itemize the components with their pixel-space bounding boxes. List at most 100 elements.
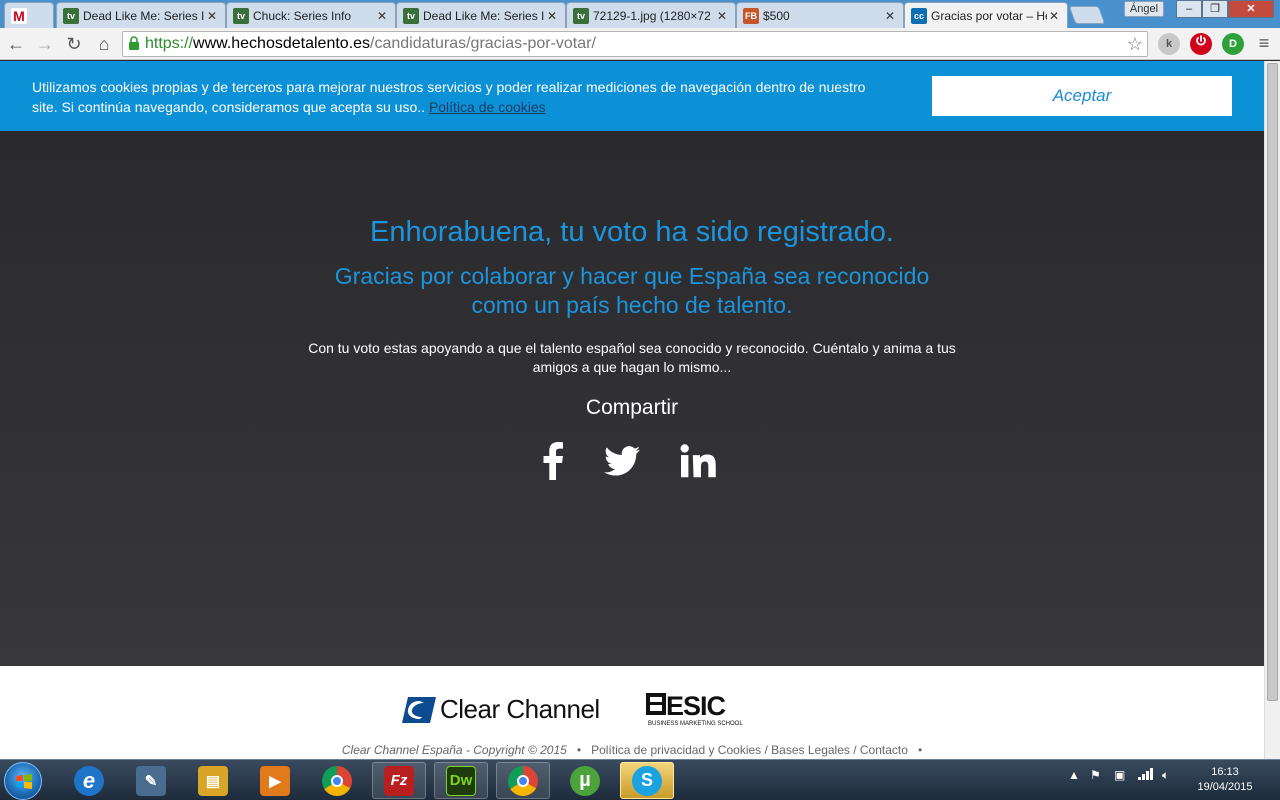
clear-channel-logo-icon [402, 696, 436, 723]
tab-title: $500 [763, 8, 790, 23]
taskbar-media-player[interactable]: ▶ [248, 762, 302, 799]
legal-links[interactable]: Política de privacidad y Cookies / Bases… [591, 743, 908, 757]
tab-image[interactable]: tv 72129-1.jpg (1280×72 ✕ [566, 2, 736, 28]
volume-icon[interactable]: 🔈︎ [1162, 768, 1169, 783]
clear-channel-label: Clear Channel [440, 694, 600, 724]
forward-icon[interactable]: → [33, 32, 57, 56]
browser-toolbar: ← → ↻ ⌂ https://www.hechosdetalento.es/c… [0, 28, 1280, 60]
dreamweaver-icon: Dw [446, 765, 476, 796]
subtitle: Gracias por colaborar y hacer que España… [334, 263, 930, 318]
internet-explorer-icon: e [74, 765, 104, 796]
close-icon[interactable]: ✕ [205, 9, 219, 23]
taskbar-utorrent[interactable]: µ [558, 762, 612, 799]
facebook-icon[interactable] [531, 439, 575, 483]
close-icon[interactable]: ✕ [715, 9, 729, 23]
windows-taskbar: e ✎ ▤ ▶ Fz Dw µ S ▲ ⚑ ▣ 🔈︎ 16:13 19/04/2… [0, 759, 1280, 800]
windows-logo-icon [16, 774, 32, 789]
url-path: /candidaturas/gracias-por-votar/ [370, 35, 596, 52]
clock-time: 16:13 [1211, 766, 1239, 778]
close-icon[interactable]: ✕ [883, 9, 897, 23]
close-icon[interactable]: ✕ [375, 9, 389, 23]
extension-d-icon[interactable]: D [1222, 33, 1244, 55]
twitter-icon[interactable] [600, 439, 644, 483]
tv-icon: tv [233, 7, 249, 24]
chrome-icon [508, 765, 538, 796]
taskbar-file-explorer[interactable]: ▤ [186, 762, 240, 799]
taskbar-internet-explorer[interactable]: e [62, 762, 116, 799]
footer-separator: • [917, 743, 923, 757]
linkedin-icon[interactable] [676, 439, 720, 483]
minimize-button[interactable]: – [1176, 0, 1202, 18]
clear-channel-logo[interactable]: Clear Channel [402, 694, 600, 725]
taskbar-editor[interactable]: ✎ [124, 762, 178, 799]
start-button[interactable] [4, 762, 42, 800]
action-center-flag-icon[interactable]: ⚑ [1090, 768, 1101, 782]
gmail-icon: M [11, 7, 27, 24]
cookie-banner: Utilizamos cookies propias y de terceros… [0, 61, 1264, 131]
tab-gracias-por-votar[interactable]: cc Gracias por votar – He ✕ [904, 2, 1068, 28]
close-icon[interactable]: ✕ [1047, 9, 1061, 23]
tab-chuck[interactable]: tv Chuck: Series Info ✕ [226, 2, 396, 28]
tab-500[interactable]: FB $500 ✕ [736, 2, 904, 28]
taskbar-chrome[interactable] [310, 762, 364, 799]
address-bar[interactable]: https://www.hechosdetalento.es/candidatu… [122, 31, 1148, 57]
new-tab-button[interactable] [1068, 6, 1106, 24]
bookmark-star-icon[interactable]: ☆ [1127, 34, 1143, 55]
page-footer: Clear Channel ESIC BUSINESS MARKETING SC… [0, 666, 1264, 759]
pencil-icon: ✎ [136, 765, 166, 796]
url-scheme: https:// [145, 35, 194, 52]
taskbar-chrome-open[interactable] [496, 762, 550, 799]
close-icon[interactable]: ✕ [545, 9, 559, 23]
filezilla-icon: Fz [384, 765, 414, 796]
tab-title: Dead Like Me: Series I [423, 8, 545, 23]
back-icon[interactable]: ← [4, 32, 28, 56]
system-clock[interactable]: 16:13 19/04/2015 [1190, 765, 1260, 795]
tab-title: Gracias por votar – He [931, 8, 1047, 23]
tv-icon: tv [63, 7, 79, 24]
browser-tab-strip: M tv Dead Like Me: Series I ✕ tv Chuck: … [0, 0, 1280, 28]
show-hidden-icons[interactable]: ▲ [1068, 768, 1080, 782]
reload-icon[interactable]: ↻ [62, 32, 86, 56]
profile-button[interactable]: Ángel [1124, 1, 1164, 17]
skype-icon: S [632, 765, 662, 796]
url-host: www.hechosdetalento.es [193, 35, 371, 52]
adblock-icon[interactable] [1190, 33, 1212, 55]
esic-subtitle: BUSINESS MARKETING SCHOOL [648, 721, 743, 727]
esic-logo[interactable]: ESIC BUSINESS MARKETING SCHOOL [646, 691, 743, 727]
copyright-text: Clear Channel España - Copyright © 2015 [341, 743, 567, 757]
tv-icon: tv [403, 7, 419, 24]
tab-title: 72129-1.jpg (1280×72 [593, 8, 711, 23]
lock-icon [123, 35, 145, 53]
home-icon[interactable]: ⌂ [92, 32, 116, 56]
tv-icon: tv [573, 7, 589, 24]
footer-links: Clear Channel España - Copyright © 2015 … [0, 743, 1264, 757]
scroll-thumb[interactable] [1267, 63, 1278, 701]
page-scrollbar[interactable] [1264, 61, 1280, 759]
device-icon[interactable]: ▣ [1114, 768, 1125, 782]
fb-icon: FB [743, 7, 759, 24]
utorrent-icon: µ [570, 765, 600, 796]
share-heading: Compartir [585, 396, 679, 419]
cookie-policy-link[interactable]: Política de cookies [429, 99, 546, 115]
esic-logo-icon [646, 693, 666, 715]
taskbar-filezilla[interactable]: Fz [372, 762, 426, 799]
tab-dead-like-me-1[interactable]: tv Dead Like Me: Series I ✕ [56, 2, 226, 28]
menu-icon[interactable]: ≡ [1256, 34, 1272, 54]
window-close-button[interactable]: ✕ [1228, 0, 1274, 18]
thank-you-section: Enhorabuena, tu voto ha sido registrado.… [0, 131, 1264, 666]
tab-dead-like-me-2[interactable]: tv Dead Like Me: Series I ✕ [396, 2, 566, 28]
extension-k-icon[interactable]: k [1158, 33, 1180, 55]
cookie-message: Utilizamos cookies propias y de terceros… [32, 77, 872, 117]
accept-cookies-button[interactable]: Aceptar [932, 76, 1232, 116]
tab-mail[interactable]: M [4, 2, 54, 28]
footer-separator: • [576, 743, 582, 757]
network-signal-icon[interactable] [1138, 768, 1154, 783]
maximize-button[interactable]: ❐ [1202, 0, 1228, 18]
taskbar-skype[interactable]: S [620, 762, 674, 799]
clear-channel-icon: cc [911, 7, 927, 24]
taskbar-dreamweaver[interactable]: Dw [434, 762, 488, 799]
chrome-icon [322, 765, 352, 796]
clock-date: 19/04/2015 [1197, 781, 1253, 793]
esic-label: ESIC [666, 691, 726, 721]
page-title: Enhorabuena, tu voto ha sido registrado. [370, 216, 894, 248]
